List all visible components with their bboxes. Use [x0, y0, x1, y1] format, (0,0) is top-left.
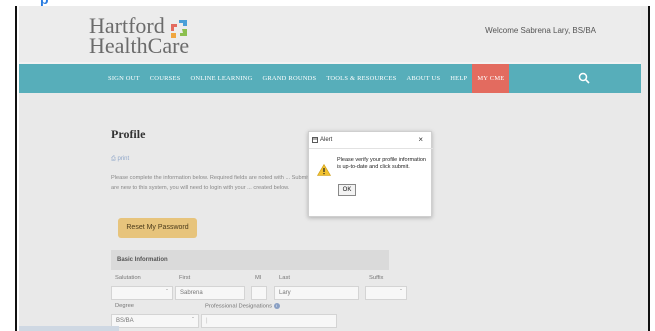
nav-help[interactable]: HELP — [445, 64, 472, 93]
degree-label: Degree — [115, 303, 135, 309]
nav-my-cme[interactable]: MY CME — [472, 64, 510, 93]
frame-right — [648, 6, 655, 331]
intro-text: Please complete the information below. R… — [111, 175, 326, 191]
main-nav: SIGN OUT COURSES ONLINE LEARNING GRAND R… — [19, 64, 648, 93]
mi-field[interactable] — [251, 286, 267, 300]
nav-tools-resources[interactable]: TOOLS & RESOURCES — [321, 64, 401, 93]
window-icon — [312, 137, 318, 143]
salutation-label: Salutation — [115, 275, 141, 281]
dialog-message: Please verify your profile information i… — [337, 157, 426, 170]
chevron-down-icon: ˇ — [166, 290, 168, 296]
last-name-field[interactable]: Lary — [274, 286, 359, 300]
designations-label: Professional Designations i — [205, 303, 280, 310]
print-label: print — [117, 156, 130, 162]
status-strip — [19, 326, 119, 331]
chevron-down-icon: ˇ — [400, 290, 402, 296]
alert-dialog: Alert × Please verify your profile infor… — [308, 131, 433, 217]
designations-field[interactable]: | — [201, 314, 337, 328]
reset-password-button[interactable]: Reset My Password — [118, 218, 197, 238]
site-header: Hartford HealthCare Welcome Sabrena Lary… — [19, 6, 648, 62]
degree-value: BS/BA — [116, 318, 134, 324]
nav-courses[interactable]: COURSES — [145, 64, 186, 93]
ok-button[interactable]: OK — [338, 184, 356, 196]
nav-sign-out[interactable]: SIGN OUT — [103, 64, 145, 93]
page-scrollbar[interactable] — [641, 6, 648, 331]
search-icon[interactable] — [578, 72, 590, 84]
nav-about-us[interactable]: ABOUT US — [401, 64, 445, 93]
nav-online-learning[interactable]: ONLINE LEARNING — [185, 64, 257, 93]
info-icon[interactable]: i — [273, 303, 280, 309]
suffix-select[interactable]: ˇ — [365, 286, 407, 300]
designations-label-text: Professional Designations — [205, 303, 273, 310]
dialog-divider — [309, 148, 433, 149]
screen-photo: p Hartford HealthCare Welcome Sabrena La… — [0, 0, 655, 331]
frame-left — [0, 6, 17, 331]
designations-cursor: | — [206, 318, 208, 324]
print-link[interactable]: ⎙ print — [111, 156, 129, 163]
warning-icon — [317, 164, 331, 176]
chevron-down-icon: ˇ — [192, 318, 194, 324]
salutation-select[interactable]: ˇ — [111, 286, 173, 300]
page-title: Profile — [111, 127, 146, 141]
browser-viewport: Hartford HealthCare Welcome Sabrena Lary… — [19, 6, 648, 331]
first-name-field[interactable]: Sabrena — [175, 286, 245, 300]
last-name-label: Last — [279, 275, 290, 281]
degree-select[interactable]: BS/BA ˇ — [111, 314, 199, 328]
first-name-label: First — [179, 275, 191, 281]
nav-grand-rounds[interactable]: GRAND ROUNDS — [257, 64, 321, 93]
printer-icon: ⎙ — [111, 156, 116, 162]
basic-information-header: Basic Information — [111, 250, 389, 270]
suffix-label: Suffix — [369, 275, 384, 281]
logo-mark-icon — [171, 20, 187, 38]
welcome-text: Welcome Sabrena Lary, BS/BA — [485, 26, 596, 35]
mi-label: MI — [255, 275, 262, 281]
close-icon[interactable]: × — [418, 135, 423, 144]
dialog-title: Alert — [320, 137, 333, 143]
